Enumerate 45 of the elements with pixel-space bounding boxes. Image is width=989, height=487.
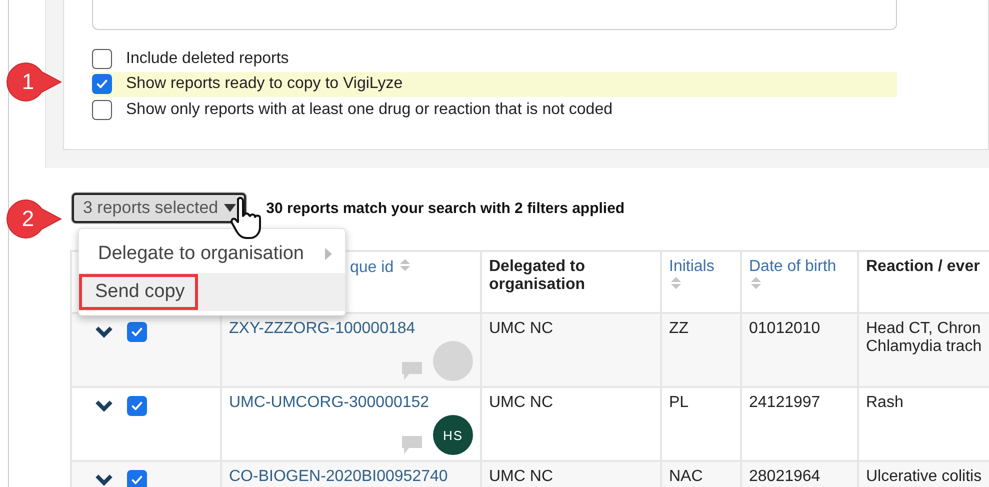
- date-of-birth-cell: 01012010: [749, 320, 820, 337]
- callout-badge: 1: [6, 62, 62, 102]
- input-field[interactable]: [92, 0, 897, 30]
- reaction-text: Ulcerative colitis: [866, 468, 983, 486]
- checkbox-label: Show reports ready to copy to VigiLyze: [126, 75, 403, 94]
- checkbox[interactable]: [127, 396, 147, 416]
- checkmark-icon: [130, 325, 144, 339]
- column-header: Delegated to organisation: [489, 258, 586, 294]
- reaction-text: Rash: [866, 394, 904, 412]
- checkbox-label: Show only reports with at least one drug or reaction that is not coded: [126, 100, 612, 119]
- menu-item[interactable]: Delegate to organisation: [79, 235, 345, 273]
- report-id-link[interactable]: ZXY-ZZZORG-100000184: [229, 320, 416, 338]
- menu-item[interactable]: Send copy: [79, 273, 345, 311]
- chevron-down-icon[interactable]: [95, 326, 113, 338]
- organisation-cell: UMC NC: [489, 320, 553, 337]
- column-header[interactable]: que id: [350, 259, 394, 277]
- report-id-link[interactable]: UMC-UMCORG-300000152: [229, 394, 430, 412]
- column-header: Reaction / ever: [866, 258, 980, 276]
- checkbox[interactable]: [92, 48, 112, 69]
- caret-down-icon: [224, 204, 236, 212]
- checkbox[interactable]: [127, 470, 147, 487]
- user-avatar: HS: [433, 415, 473, 455]
- chevron-down-icon[interactable]: [95, 400, 113, 412]
- checkbox[interactable]: [92, 74, 112, 94]
- selection-dropdown-button[interactable]: 3 reports selected: [72, 193, 246, 223]
- callout-badge: 2: [6, 199, 62, 239]
- date-of-birth-cell: 28021964: [749, 468, 820, 485]
- organisation-cell: UMC NC: [489, 468, 553, 485]
- initials-cell: ZZ: [669, 320, 689, 337]
- date-of-birth-cell: 24121997: [749, 394, 820, 411]
- chevron-down-icon[interactable]: [95, 474, 113, 486]
- checkmark-icon: [130, 399, 144, 413]
- checkmark-icon: [130, 473, 144, 487]
- caret-right-icon: [324, 248, 332, 260]
- checkbox-label: Include deleted reports: [126, 50, 289, 68]
- initials-cell: NAC: [669, 468, 703, 485]
- initials-cell: PL: [669, 394, 689, 411]
- reaction-text: Chlamydia trach: [866, 338, 983, 356]
- organisation-cell: UMC NC: [489, 394, 553, 411]
- reaction-text: Head CT, Chron: [866, 320, 982, 338]
- result-summary: 30 reports match your search with 2 filters applied: [266, 200, 625, 216]
- checkbox[interactable]: [127, 322, 147, 342]
- column-header[interactable]: Initials: [669, 258, 714, 276]
- checkbox[interactable]: [92, 100, 112, 120]
- avatar-placeholder: [433, 341, 473, 381]
